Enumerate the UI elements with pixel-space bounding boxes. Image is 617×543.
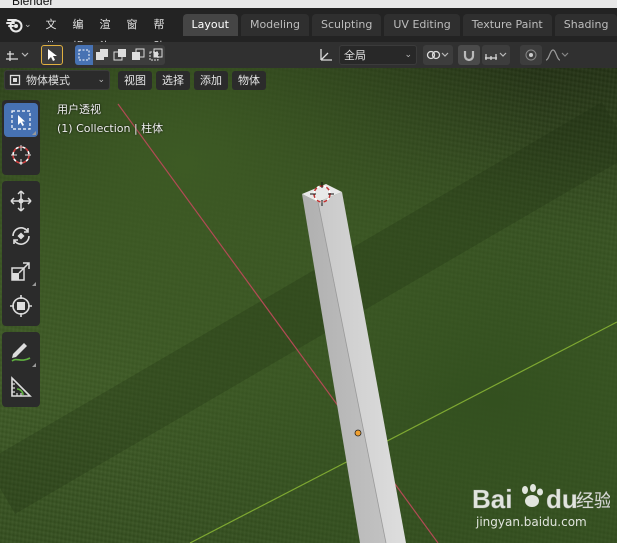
tool-settings-header: 全局 ⌄ <box>0 42 617 68</box>
select-tool-button[interactable] <box>41 45 63 65</box>
tool-group-select <box>2 100 40 175</box>
pivot-icon <box>6 51 29 61</box>
paw-icon <box>522 484 543 507</box>
snap-toggle-button[interactable] <box>458 45 480 65</box>
proportional-edit-button[interactable] <box>520 45 542 65</box>
select-invert-icon <box>132 48 145 60</box>
object-origin-dot[interactable] <box>354 429 362 437</box>
menu-window[interactable]: 窗口 <box>119 14 146 53</box>
transform-orientation-dropdown[interactable]: 全局 ⌄ <box>339 45 417 65</box>
move-icon <box>10 190 32 212</box>
falloff-dropdown[interactable] <box>544 45 570 65</box>
blender-logo-icon[interactable] <box>6 15 24 35</box>
tool-group-transform <box>2 181 40 326</box>
tool-transform[interactable] <box>4 289 38 323</box>
chevron-down-icon: ⌄ <box>97 75 105 85</box>
snap-increment-icon <box>485 52 507 60</box>
tool-measure[interactable] <box>4 370 38 404</box>
menu-add[interactable]: 添加 <box>194 70 228 90</box>
tab-layout[interactable]: Layout <box>182 14 238 36</box>
select-new-icon <box>78 49 90 61</box>
select-intersect-icon <box>149 48 163 61</box>
window-titlebar: Blender <box>0 0 617 8</box>
collection-info-label: (1) Collection | 柱体 <box>57 122 164 135</box>
menu-select[interactable]: 选择 <box>156 70 190 90</box>
window-title: Blender <box>12 0 54 8</box>
menu-help[interactable]: 帮助 <box>146 14 173 53</box>
snap-target-dropdown[interactable] <box>482 45 510 65</box>
pivot-point-dropdown[interactable] <box>423 45 453 65</box>
rotate-icon <box>12 227 30 245</box>
tool-select-box[interactable] <box>4 103 38 137</box>
viewport-scene <box>0 102 617 543</box>
viewport-header: 物体模式 ⌄ 视图 选择 添加 物体 <box>0 68 266 92</box>
magnet-icon <box>463 51 475 62</box>
cursor-icon <box>11 145 31 165</box>
tool-options-corner <box>32 282 36 286</box>
3d-viewport[interactable]: 物体模式 ⌄ 视图 选择 添加 物体 用户透视 (1) Collection |… <box>0 68 617 543</box>
annotate-icon <box>11 343 31 362</box>
workspace-tabs: Layout Modeling Sculpting UV Editing Tex… <box>182 14 617 36</box>
link-icon <box>426 50 449 60</box>
menu-edit[interactable]: 编辑 <box>65 14 92 53</box>
select-extend-button[interactable] <box>93 45 111 65</box>
tool-move[interactable] <box>4 184 38 218</box>
tool-rotate[interactable] <box>4 219 38 253</box>
menu-view[interactable]: 视图 <box>118 70 152 90</box>
mode-dropdown[interactable]: 物体模式 ⌄ <box>4 70 110 90</box>
select-extend-icon <box>96 49 108 60</box>
mode-label: 物体模式 <box>26 74 70 87</box>
tool-scale[interactable] <box>4 254 38 288</box>
select-invert-button[interactable] <box>129 45 147 65</box>
scale-icon <box>11 262 30 281</box>
falloff-curve-icon <box>545 49 569 61</box>
tab-texture-paint[interactable]: Texture Paint <box>462 14 552 36</box>
select-subtract-button[interactable] <box>111 45 129 65</box>
transform-icon <box>10 295 32 317</box>
select-new-button[interactable] <box>75 45 93 65</box>
tool-shelf <box>0 100 40 413</box>
tab-shading[interactable]: Shading <box>554 14 617 36</box>
transform-pivot-button[interactable] <box>3 45 31 65</box>
transform-orientation-value: 全局 <box>344 49 366 62</box>
watermark-brand-latin-end: du <box>546 484 578 514</box>
select-intersect-button[interactable] <box>147 45 165 65</box>
proportional-edit-icon <box>525 49 537 61</box>
tool-options-corner <box>32 131 36 135</box>
menu-object[interactable]: 物体 <box>232 70 266 90</box>
watermark-brand-cn: 经验 <box>576 491 610 512</box>
tool-annotate[interactable] <box>4 335 38 369</box>
watermark-url: jingyan.baidu.com <box>475 515 587 529</box>
watermark-brand-latin: Bai <box>472 484 512 514</box>
measure-icon <box>11 376 32 397</box>
menu-render[interactable]: 渲染 <box>92 14 119 53</box>
tab-uv-editing[interactable]: UV Editing <box>384 14 460 36</box>
select-subtract-icon <box>113 49 126 61</box>
cursor-arrow-icon <box>48 49 57 61</box>
tool-cursor[interactable] <box>4 138 38 172</box>
selection-mode-group <box>75 45 165 65</box>
chevron-down-icon[interactable]: ⌄ <box>24 15 32 35</box>
tab-modeling[interactable]: Modeling <box>240 14 309 36</box>
tool-group-annotate <box>2 332 40 407</box>
baidu-jingyan-watermark: Bai du 经验 jingyan.baidu.com <box>472 484 610 529</box>
grass-shadow-band <box>0 102 617 514</box>
chevron-down-icon: ⌄ <box>404 50 412 60</box>
tab-sculpting[interactable]: Sculpting <box>312 14 382 36</box>
top-bar: ⌄ 文件 编辑 渲染 窗口 帮助 Layout Modeling Sculpti… <box>0 8 617 53</box>
select-box-icon <box>11 110 31 130</box>
object-mode-icon <box>9 74 21 86</box>
tool-options-corner <box>32 363 36 367</box>
transform-orientation-icon <box>315 45 337 65</box>
view-name-label: 用户透视 <box>57 103 101 116</box>
menu-file[interactable]: 文件 <box>38 14 65 53</box>
